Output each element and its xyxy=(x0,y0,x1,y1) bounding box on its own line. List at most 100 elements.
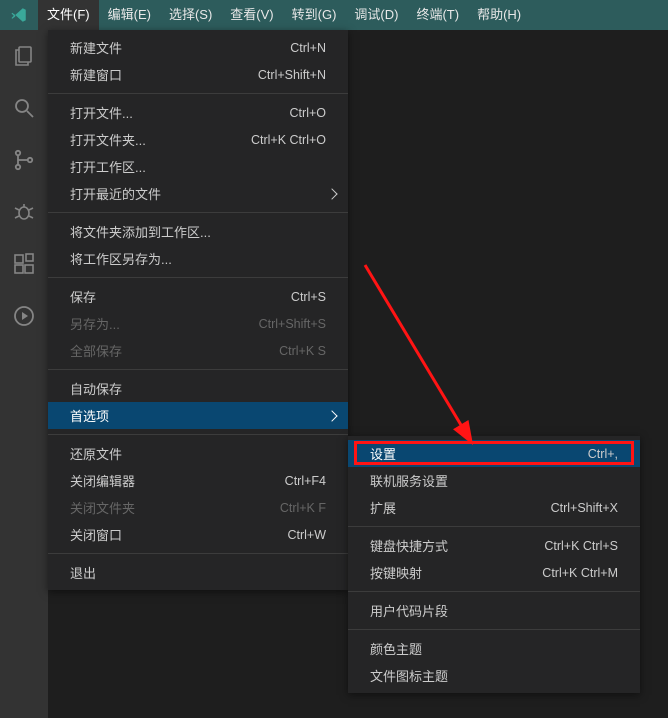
file-menu-item[interactable]: 退出 xyxy=(48,559,348,586)
debug-icon[interactable] xyxy=(12,200,36,224)
menu-separator xyxy=(48,553,348,554)
file-menu-item-label: 将文件夹添加到工作区... xyxy=(70,222,326,241)
search-icon[interactable] xyxy=(12,96,36,120)
preferences-item[interactable]: 文件图标主题 xyxy=(348,662,640,689)
preferences-item-label: 用户代码片段 xyxy=(370,601,618,620)
file-menu-item[interactable]: 打开最近的文件 xyxy=(48,180,348,207)
preferences-item[interactable]: 联机服务设置 xyxy=(348,467,640,494)
file-menu-item[interactable]: 新建窗口Ctrl+Shift+N xyxy=(48,61,348,88)
timeline-icon[interactable] xyxy=(12,304,36,328)
file-menu-item-label: 关闭编辑器 xyxy=(70,471,285,490)
menubar-edit-label: 编辑(E) xyxy=(108,7,151,22)
menubar-debug-label: 调试(D) xyxy=(354,7,398,22)
file-menu-item-label: 打开工作区... xyxy=(70,157,326,176)
keyboard-shortcut: Ctrl+K S xyxy=(279,344,326,358)
file-menu-item-label: 打开文件夹... xyxy=(70,130,251,149)
file-menu-item-label: 关闭文件夹 xyxy=(70,498,280,517)
file-menu-item-label: 将工作区另存为... xyxy=(70,249,326,268)
menubar-go[interactable]: 转到(G) xyxy=(283,0,346,30)
menubar-debug[interactable]: 调试(D) xyxy=(345,0,407,30)
menubar-help-label: 帮助(H) xyxy=(477,7,521,22)
file-menu-item[interactable]: 保存Ctrl+S xyxy=(48,283,348,310)
file-menu-item[interactable]: 打开工作区... xyxy=(48,153,348,180)
file-menu-item-label: 打开最近的文件 xyxy=(70,184,326,203)
file-menu-item-label: 还原文件 xyxy=(70,444,326,463)
file-menu-item[interactable]: 还原文件 xyxy=(48,440,348,467)
file-menu: 新建文件Ctrl+N新建窗口Ctrl+Shift+N打开文件...Ctrl+O打… xyxy=(48,30,348,590)
file-menu-item-label: 自动保存 xyxy=(70,379,326,398)
file-menu-item[interactable]: 关闭窗口Ctrl+W xyxy=(48,521,348,548)
menubar-file[interactable]: 文件(F) xyxy=(38,0,99,30)
file-menu-item-label: 全部保存 xyxy=(70,341,279,360)
menubar-terminal-label: 终端(T) xyxy=(416,7,459,22)
menubar-edit[interactable]: 编辑(E) xyxy=(99,0,160,30)
file-menu-item: 另存为...Ctrl+Shift+S xyxy=(48,310,348,337)
menubar-file-label: 文件(F) xyxy=(47,7,90,22)
keyboard-shortcut: Ctrl+K F xyxy=(280,501,326,515)
keyboard-shortcut: Ctrl+Shift+X xyxy=(551,501,618,515)
extensions-icon[interactable] xyxy=(12,252,36,276)
preferences-item[interactable]: 设置Ctrl+, xyxy=(348,440,640,467)
menu-separator xyxy=(348,629,640,630)
preferences-submenu: 设置Ctrl+,联机服务设置扩展Ctrl+Shift+X键盘快捷方式Ctrl+K… xyxy=(348,436,640,693)
keyboard-shortcut: Ctrl+F4 xyxy=(285,474,326,488)
preferences-item-label: 设置 xyxy=(370,444,588,463)
preferences-item[interactable]: 扩展Ctrl+Shift+X xyxy=(348,494,640,521)
menubar-selection[interactable]: 选择(S) xyxy=(160,0,221,30)
explorer-icon[interactable] xyxy=(12,44,36,68)
menu-separator xyxy=(48,212,348,213)
menubar-go-label: 转到(G) xyxy=(292,7,337,22)
preferences-item[interactable]: 颜色主题 xyxy=(348,635,640,662)
chevron-right-icon xyxy=(326,410,337,421)
file-menu-item: 关闭文件夹Ctrl+K F xyxy=(48,494,348,521)
keyboard-shortcut: Ctrl+K Ctrl+S xyxy=(544,539,618,553)
file-menu-item[interactable]: 自动保存 xyxy=(48,375,348,402)
file-menu-item-label: 另存为... xyxy=(70,314,259,333)
file-menu-item[interactable]: 关闭编辑器Ctrl+F4 xyxy=(48,467,348,494)
menubar-view[interactable]: 查看(V) xyxy=(221,0,282,30)
file-menu-item: 全部保存Ctrl+K S xyxy=(48,337,348,364)
file-menu-item[interactable]: 新建文件Ctrl+N xyxy=(48,34,348,61)
preferences-item-label: 扩展 xyxy=(370,498,551,517)
chevron-right-icon xyxy=(326,188,337,199)
keyboard-shortcut: Ctrl+, xyxy=(588,447,618,461)
file-menu-item-label: 新建窗口 xyxy=(70,65,258,84)
file-menu-item[interactable]: 将文件夹添加到工作区... xyxy=(48,218,348,245)
file-menu-item[interactable]: 首选项 xyxy=(48,402,348,429)
menu-separator xyxy=(48,369,348,370)
menubar-terminal[interactable]: 终端(T) xyxy=(407,0,468,30)
keyboard-shortcut: Ctrl+N xyxy=(290,41,326,55)
source-control-icon[interactable] xyxy=(12,148,36,172)
menu-separator xyxy=(48,434,348,435)
preferences-item-label: 按键映射 xyxy=(370,563,542,582)
file-menu-item[interactable]: 打开文件夹...Ctrl+K Ctrl+O xyxy=(48,126,348,153)
menubar-view-label: 查看(V) xyxy=(230,7,273,22)
menubar-help[interactable]: 帮助(H) xyxy=(468,0,530,30)
keyboard-shortcut: Ctrl+W xyxy=(287,528,326,542)
menu-separator xyxy=(48,277,348,278)
file-menu-item-label: 退出 xyxy=(70,563,326,582)
file-menu-item[interactable]: 将工作区另存为... xyxy=(48,245,348,272)
menubar: 文件(F) 编辑(E) 选择(S) 查看(V) 转到(G) 调试(D) 终端(T… xyxy=(0,0,668,30)
keyboard-shortcut: Ctrl+K Ctrl+M xyxy=(542,566,618,580)
file-menu-item-label: 关闭窗口 xyxy=(70,525,287,544)
preferences-item-label: 文件图标主题 xyxy=(370,666,618,685)
keyboard-shortcut: Ctrl+S xyxy=(291,290,326,304)
preferences-item[interactable]: 键盘快捷方式Ctrl+K Ctrl+S xyxy=(348,532,640,559)
file-menu-item-label: 首选项 xyxy=(70,406,326,425)
file-menu-item-label: 打开文件... xyxy=(70,103,290,122)
keyboard-shortcut: Ctrl+Shift+S xyxy=(259,317,326,331)
keyboard-shortcut: Ctrl+O xyxy=(290,106,326,120)
preferences-item[interactable]: 用户代码片段 xyxy=(348,597,640,624)
activity-bar xyxy=(0,30,48,718)
preferences-item-label: 键盘快捷方式 xyxy=(370,536,544,555)
file-menu-item-label: 新建文件 xyxy=(70,38,290,57)
file-menu-item[interactable]: 打开文件...Ctrl+O xyxy=(48,99,348,126)
preferences-item-label: 颜色主题 xyxy=(370,639,618,658)
keyboard-shortcut: Ctrl+Shift+N xyxy=(258,68,326,82)
menubar-selection-label: 选择(S) xyxy=(169,7,212,22)
menu-separator xyxy=(348,591,640,592)
preferences-item[interactable]: 按键映射Ctrl+K Ctrl+M xyxy=(348,559,640,586)
menu-separator xyxy=(348,526,640,527)
menu-separator xyxy=(48,93,348,94)
